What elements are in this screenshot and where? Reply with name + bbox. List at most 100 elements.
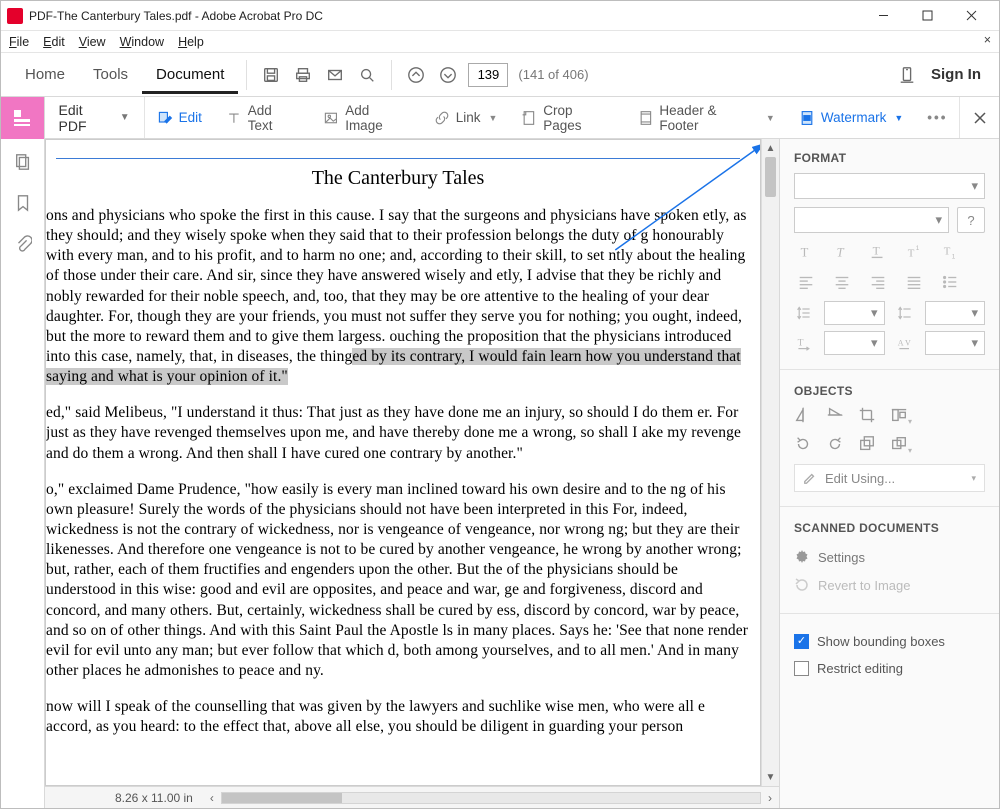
page-up-icon[interactable] — [400, 59, 432, 91]
restrict-label: Restrict editing — [817, 661, 903, 676]
font-size-combo[interactable]: ▾ — [794, 207, 949, 233]
print-icon[interactable] — [287, 59, 319, 91]
replace-image-icon[interactable] — [858, 435, 876, 456]
svg-text:V: V — [905, 338, 911, 347]
arrange-icon[interactable]: ▾ — [890, 435, 912, 456]
align-left-icon[interactable] — [794, 271, 818, 293]
revert-to-image-item: Revert to Image — [794, 571, 985, 599]
paragraph-spacing-icon — [895, 301, 915, 325]
superscript-icon[interactable]: T1 — [902, 241, 926, 263]
body-text-1a: ons and physicians who spoke the first i… — [46, 207, 747, 365]
crop-pages-button[interactable]: Crop Pages — [509, 97, 625, 138]
menu-window[interactable]: Window — [120, 35, 164, 49]
menu-help[interactable]: Help — [178, 35, 204, 49]
minimize-button[interactable] — [861, 2, 905, 30]
bookmarks-icon[interactable] — [14, 194, 32, 215]
sign-in-button[interactable]: Sign In — [923, 66, 989, 83]
align-right-icon[interactable] — [866, 271, 890, 293]
subscript-icon[interactable]: T1 — [938, 241, 962, 263]
hscroll-left-arrow[interactable]: ‹ — [203, 791, 221, 805]
show-bounding-boxes-checkbox[interactable]: Show bounding boxes — [794, 628, 985, 655]
page-number-input[interactable] — [468, 63, 508, 87]
char-spacing-combo[interactable]: ▾ — [925, 331, 986, 355]
line-spacing-combo[interactable]: ▾ — [824, 301, 885, 325]
underline-icon[interactable]: T — [866, 241, 890, 263]
body-text-2: ed," said Melibeus, "I understand it thu… — [46, 403, 750, 463]
link-button[interactable]: Link▼ — [422, 97, 510, 138]
flip-horizontal-icon[interactable] — [826, 406, 844, 427]
save-icon[interactable] — [255, 59, 287, 91]
objects-heading: OBJECTS — [794, 384, 985, 398]
list-icon[interactable] — [938, 271, 962, 293]
body-text-4: now will I speak of the counselling that… — [46, 697, 750, 737]
document-page[interactable]: The Canterbury Tales ons and physicians … — [45, 139, 761, 786]
font-family-combo[interactable]: ▾ — [794, 173, 985, 199]
align-center-icon[interactable] — [830, 271, 854, 293]
edit-using-label: Edit Using... — [825, 471, 895, 486]
scanned-settings-item[interactable]: Settings — [794, 543, 985, 571]
more-tools-button[interactable]: ••• — [915, 97, 959, 138]
attachments-icon[interactable] — [14, 235, 32, 256]
email-icon[interactable] — [319, 59, 351, 91]
hscroll-thumb[interactable] — [222, 793, 342, 803]
status-bar: 8.26 x 11.00 in ‹ › — [45, 786, 779, 808]
header-footer-label: Header & Footer — [659, 103, 757, 133]
horizontal-scale-combo[interactable]: ▾ — [824, 331, 885, 355]
tab-document[interactable]: Document — [142, 56, 238, 94]
add-text-label: Add Text — [248, 103, 300, 133]
align-justify-icon[interactable] — [902, 271, 926, 293]
svg-text:T: T — [837, 246, 845, 260]
tab-tools[interactable]: Tools — [79, 56, 142, 93]
line-spacing-icon — [794, 301, 814, 325]
svg-text:T: T — [801, 246, 809, 260]
italic-icon[interactable]: T — [830, 241, 854, 263]
titlebar: PDF-The Canterbury Tales.pdf - Adobe Acr… — [1, 1, 999, 31]
menu-file[interactable]: File — [9, 35, 29, 49]
scroll-up-arrow[interactable]: ▲ — [762, 139, 779, 157]
rotate-cw-icon[interactable] — [826, 435, 844, 456]
show-bb-label: Show bounding boxes — [817, 634, 945, 649]
restrict-editing-checkbox[interactable]: Restrict editing — [794, 655, 985, 682]
close-window-button[interactable] — [949, 2, 993, 30]
edit-using-dropdown[interactable]: Edit Using... ▾ — [794, 464, 985, 492]
edit-pdf-tool-icon[interactable] — [1, 97, 45, 139]
hscroll-right-arrow[interactable]: › — [761, 791, 779, 805]
menu-close-icon[interactable]: × — [984, 33, 991, 47]
vscroll-thumb[interactable] — [765, 157, 776, 197]
crop-image-icon[interactable] — [858, 406, 876, 427]
add-text-button[interactable]: Add Text — [214, 97, 311, 138]
thumbnails-icon[interactable] — [14, 153, 32, 174]
align-objects-icon[interactable]: ▾ — [890, 406, 912, 427]
menu-view[interactable]: View — [79, 35, 106, 49]
add-image-button[interactable]: Add Image — [311, 97, 421, 138]
paragraph-spacing-combo[interactable]: ▾ — [925, 301, 986, 325]
close-edit-toolbar-button[interactable] — [959, 97, 999, 138]
edit-button[interactable]: Edit — [145, 97, 214, 138]
settings-label: Settings — [818, 550, 865, 565]
page-down-icon[interactable] — [432, 59, 464, 91]
scroll-down-arrow[interactable]: ▼ — [762, 768, 779, 786]
search-icon[interactable] — [351, 59, 383, 91]
edit-pdf-dropdown[interactable]: Edit PDF▼ — [45, 97, 145, 138]
left-nav-rail — [1, 139, 45, 808]
horizontal-scrollbar[interactable]: ‹ › — [203, 791, 779, 805]
tab-home[interactable]: Home — [11, 56, 79, 93]
page-size-label: 8.26 x 11.00 in — [115, 791, 193, 805]
horizontal-scale-icon: T — [794, 331, 814, 355]
menu-edit[interactable]: Edit — [43, 35, 65, 49]
maximize-button[interactable] — [905, 2, 949, 30]
color-help-button[interactable]: ? — [957, 207, 985, 233]
flip-vertical-icon[interactable] — [794, 406, 812, 427]
bold-icon[interactable]: T — [794, 241, 818, 263]
mobile-link-icon[interactable] — [891, 59, 923, 91]
watermark-button[interactable]: Watermark▼ — [787, 97, 915, 138]
scanned-docs-heading: SCANNED DOCUMENTS — [794, 521, 985, 535]
acrobat-app-icon — [7, 8, 23, 24]
vertical-scrollbar[interactable]: ▲ ▼ — [761, 139, 779, 786]
char-spacing-icon: AV — [895, 331, 915, 355]
svg-text:T: T — [873, 245, 880, 258]
revert-label: Revert to Image — [818, 578, 911, 593]
right-panel: FORMAT ▾ ▾ ? T T T T1 T1 ▾ — [779, 139, 999, 808]
rotate-ccw-icon[interactable] — [794, 435, 812, 456]
header-footer-button[interactable]: Header & Footer▼ — [626, 97, 787, 138]
